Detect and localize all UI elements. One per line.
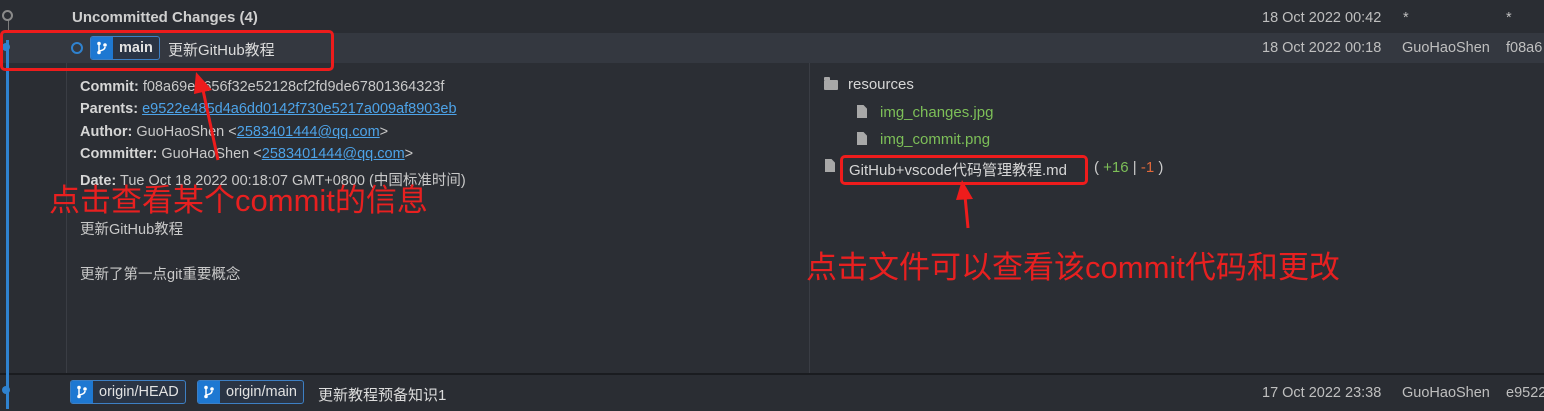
- annotation-arrow-left: [194, 72, 220, 161]
- annotation-right-text: 点击文件可以查看该commit代码和更改: [806, 250, 1340, 285]
- annotation-arrow-right: [956, 180, 973, 229]
- annotation-left-text: 点击查看某个commit的信息: [49, 183, 428, 218]
